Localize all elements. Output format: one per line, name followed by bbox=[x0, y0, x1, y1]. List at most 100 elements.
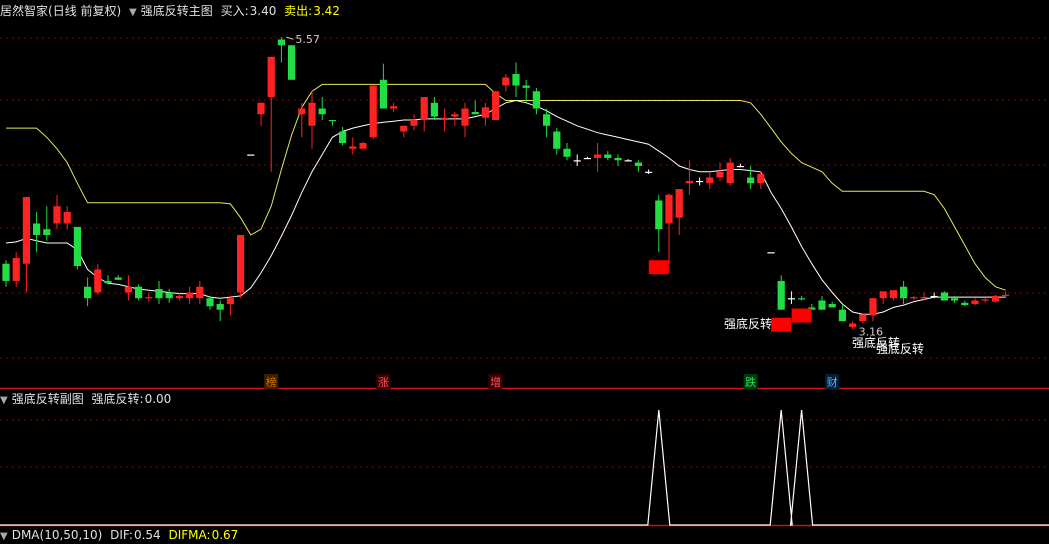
candle-body bbox=[645, 171, 653, 173]
candle-body bbox=[1002, 294, 1010, 296]
candle-body bbox=[604, 154, 612, 158]
candle-body bbox=[2, 263, 10, 281]
candle-body bbox=[655, 200, 663, 230]
sell-value: 3.42 bbox=[313, 4, 340, 18]
event-marker-label: 跌 bbox=[745, 375, 756, 389]
candle-body bbox=[798, 298, 806, 300]
bottom-panel-header: ▼ DMA(10,50,10) DIF:0.54 DIFMA:0.67 bbox=[0, 528, 242, 544]
candle-body bbox=[359, 143, 367, 149]
difma-label: DIFMA: bbox=[168, 528, 211, 542]
candle-body bbox=[420, 97, 428, 121]
buy-value: 3.40 bbox=[249, 4, 277, 18]
candle-body bbox=[726, 162, 734, 184]
candle-body bbox=[583, 157, 591, 160]
chevron-down-icon[interactable]: ▼ bbox=[129, 7, 137, 18]
buy-line bbox=[5, 99, 1006, 315]
candle-body bbox=[849, 323, 857, 327]
signal-label: 强底反转 bbox=[724, 316, 772, 331]
candle-body bbox=[53, 206, 61, 224]
candle-body bbox=[400, 125, 408, 132]
candle-body bbox=[940, 292, 948, 301]
candle-body bbox=[288, 45, 296, 80]
candle-body bbox=[910, 297, 918, 299]
candle-body bbox=[237, 234, 245, 293]
chevron-down-icon[interactable]: ▼ bbox=[0, 531, 8, 542]
candle-body bbox=[165, 292, 173, 299]
candlestick-series bbox=[2, 37, 1010, 330]
low-price-label: 3.16 bbox=[859, 325, 884, 338]
candle-body bbox=[828, 303, 836, 308]
buy-label: 买入: bbox=[220, 4, 249, 18]
candle-body bbox=[747, 177, 755, 184]
dma-indicator[interactable]: DMA(10,50,10) bbox=[12, 528, 103, 542]
sell-label: 卖出: bbox=[284, 4, 313, 18]
candle-body bbox=[563, 148, 571, 157]
candle-body bbox=[43, 229, 51, 235]
period-label[interactable]: (日线 前复权) bbox=[48, 4, 121, 18]
candle-body bbox=[196, 286, 204, 299]
candle-body bbox=[573, 160, 581, 162]
candle-body bbox=[777, 280, 785, 310]
candle-body bbox=[94, 269, 102, 293]
candle-body bbox=[859, 314, 867, 322]
chart-canvas: 强底反转强底反转强底反转 榜涨增跌财 5.573.16 bbox=[0, 33, 1049, 527]
candle-body bbox=[543, 114, 551, 126]
sub-indicator-name[interactable]: 强底反转副图 bbox=[12, 392, 84, 406]
candle-body bbox=[634, 162, 642, 167]
candle-body bbox=[594, 154, 602, 158]
candle-body bbox=[451, 114, 459, 117]
candle-body bbox=[114, 277, 122, 280]
candle-body bbox=[63, 211, 71, 224]
candle-body bbox=[981, 299, 989, 301]
main-panel-header: 居然智家(日线 前复权) ▼ 强底反转主图 买入:3.40 卖出:3.42 bbox=[0, 4, 344, 20]
candle-body bbox=[104, 280, 112, 284]
dif-value: 0.54 bbox=[133, 528, 161, 542]
candle-body bbox=[73, 226, 81, 267]
candle-body bbox=[522, 85, 530, 88]
candle-body bbox=[665, 194, 673, 224]
candle-body bbox=[787, 298, 795, 300]
candle-body bbox=[879, 291, 887, 299]
candle-body bbox=[869, 298, 877, 316]
candle-body bbox=[889, 290, 897, 299]
candle-body bbox=[512, 74, 520, 86]
signal-boxes: 强底反转强底反转强底反转 bbox=[648, 260, 924, 356]
candle-body bbox=[685, 180, 693, 184]
chevron-down-icon[interactable]: ▼ bbox=[0, 395, 8, 406]
candle-body bbox=[22, 197, 30, 264]
dif-label: DIF: bbox=[110, 528, 133, 542]
candle-body bbox=[991, 295, 999, 302]
candle-body bbox=[838, 309, 846, 322]
candle-body bbox=[84, 286, 92, 299]
high-price-label: 5.57 bbox=[295, 33, 320, 46]
signal-label: 强底反转 bbox=[876, 341, 924, 356]
candle-body bbox=[12, 257, 20, 281]
sub-value-label: 强底反转: bbox=[91, 392, 144, 406]
candle-body bbox=[767, 252, 775, 254]
sub-value: 0.00 bbox=[144, 392, 172, 406]
candle-body bbox=[267, 56, 275, 98]
signal-box bbox=[648, 260, 669, 275]
candle-body bbox=[920, 297, 928, 299]
candle-body bbox=[736, 166, 744, 168]
candle-body bbox=[930, 295, 938, 298]
candle-body bbox=[390, 106, 398, 109]
candle-body bbox=[135, 286, 143, 299]
event-marker-label: 财 bbox=[827, 375, 838, 389]
event-marker-label: 涨 bbox=[378, 376, 389, 389]
indicator-name[interactable]: 强底反转主图 bbox=[141, 4, 213, 18]
difma-value: 0.67 bbox=[211, 528, 239, 542]
candle-body bbox=[481, 107, 489, 118]
candle-body bbox=[441, 117, 449, 121]
grid-lines bbox=[0, 37, 1049, 527]
event-markers: 榜涨增跌财 bbox=[264, 374, 840, 389]
sell-line bbox=[6, 83, 1006, 291]
candle-body bbox=[971, 300, 979, 304]
candle-body bbox=[461, 108, 469, 126]
candle-body bbox=[532, 91, 540, 109]
candle-body bbox=[369, 85, 377, 138]
candle-body bbox=[492, 91, 500, 121]
candle-body bbox=[624, 160, 632, 162]
stock-name[interactable]: 居然智家 bbox=[0, 4, 48, 18]
candle-body bbox=[308, 102, 316, 126]
